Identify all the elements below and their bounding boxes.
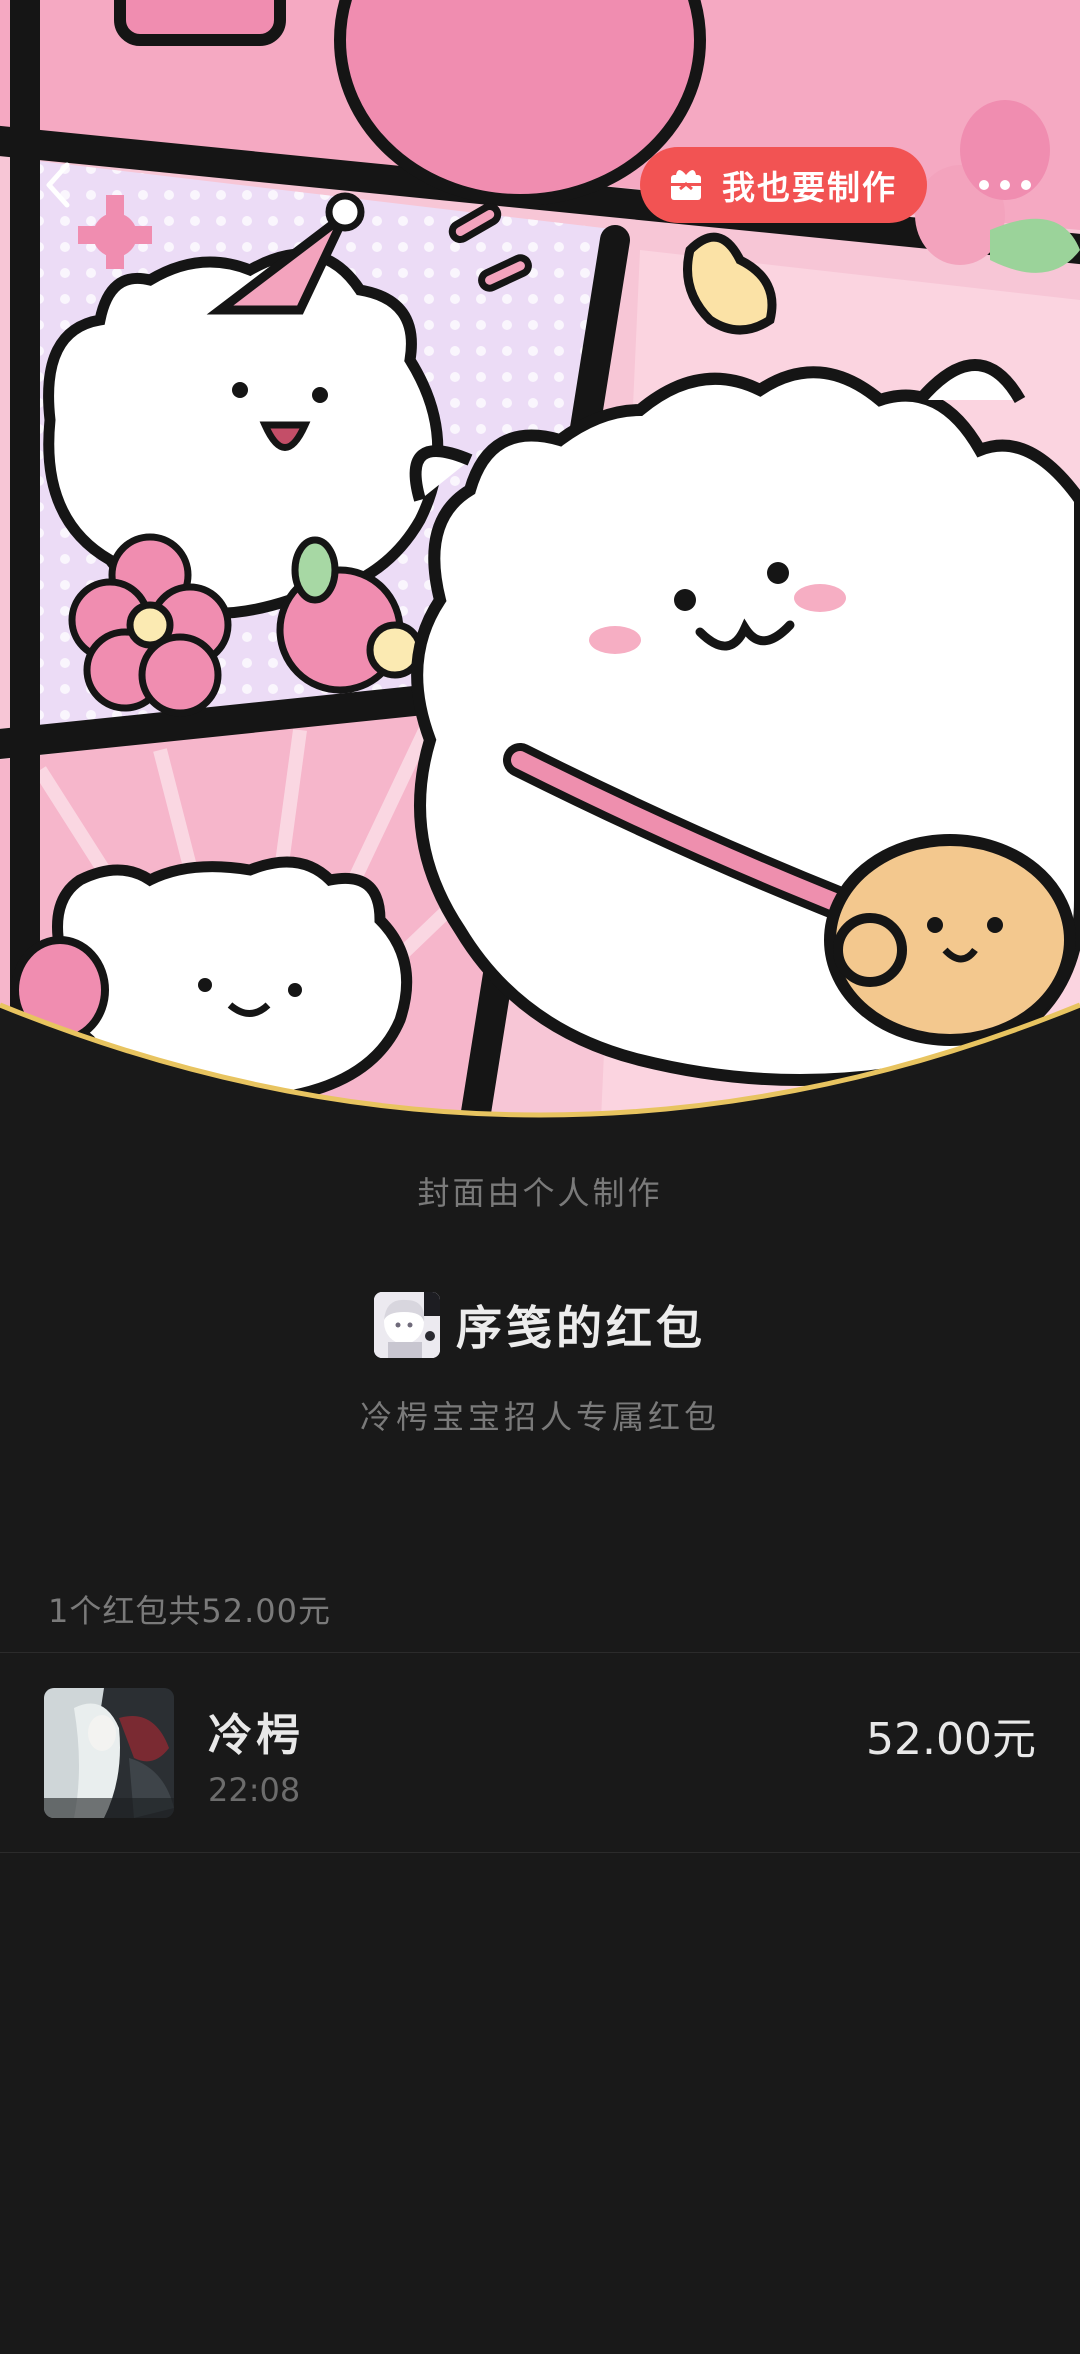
make-cover-label: 我也要制作: [722, 168, 897, 207]
receiver-name: 冷枵: [208, 1710, 304, 1761]
envelope-cover: 我也要制作: [0, 0, 1080, 1142]
more-dots-icon: [978, 179, 1032, 191]
back-button[interactable]: [28, 150, 88, 220]
cover-credit-text: 封面由个人制作: [417, 1174, 663, 1212]
receiver-avatar: [44, 1688, 174, 1818]
back-arrow-icon: [43, 161, 73, 209]
sender-name: 序笺的红包: [456, 1301, 706, 1355]
more-button[interactable]: [960, 160, 1050, 210]
receiver-list-item[interactable]: 冷枵 22:08 52.00元: [0, 1653, 1080, 1852]
gift-icon: [668, 167, 704, 203]
receiver-time: 22:08: [208, 1771, 301, 1809]
sender-avatar: [374, 1292, 440, 1358]
divider: [0, 1852, 1080, 1853]
make-cover-button[interactable]: 我也要制作: [640, 147, 927, 223]
receiver-amount: 52.00元: [866, 1714, 1036, 1765]
sender-row: 序笺的红包: [0, 1292, 1080, 1358]
red-packet-detail-page: 我也要制作 封面由个人制作 序笺的红包 冷枵宝宝招人专属红包 1个红包共52.0…: [0, 0, 1080, 2354]
packet-summary: 1个红包共52.00元: [48, 1592, 331, 1630]
blessing-text: 冷枵宝宝招人专属红包: [359, 1398, 720, 1436]
